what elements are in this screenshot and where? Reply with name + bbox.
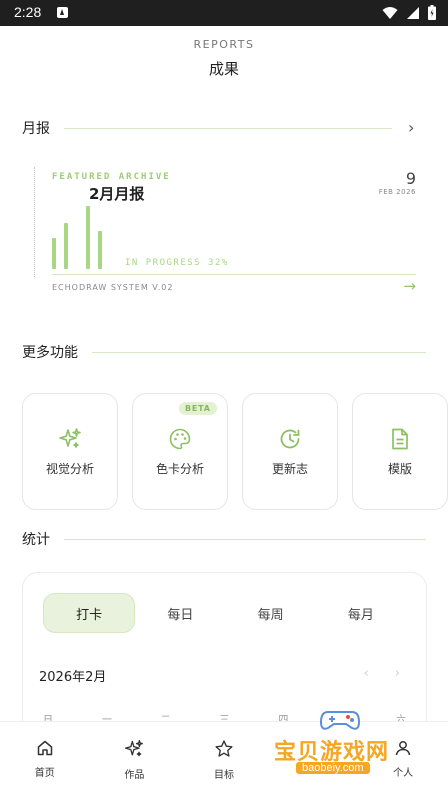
chevron-right-icon[interactable]: › [395,666,400,681]
feature-card-templates[interactable]: 模版 [352,393,448,510]
tab-label: 目标 [213,770,234,781]
notification-app-icon [57,7,68,18]
battery-icon [428,5,436,20]
sparkles-icon [125,740,144,757]
calendar-month-label: 2026年2月 [39,670,107,685]
system-icons [382,5,436,20]
archive-bar [64,223,68,269]
feature-card-color-analysis[interactable]: BETA 色卡分析 [132,393,228,510]
section-divider [92,351,426,353]
palette-icon [133,427,227,451]
tab-goals[interactable]: 目标 [179,722,269,798]
history-icon [243,427,337,451]
segment-check-in[interactable]: 打卡 [43,593,136,633]
wifi-icon [382,6,398,19]
chevron-right-icon[interactable]: › [408,120,414,136]
archive-title: 2月月报 [89,185,145,203]
feature-card-label: 视觉分析 [45,462,94,476]
archive-date: FEB 2026 [378,188,416,196]
calendar-nav: ‹ › [364,666,400,681]
segment-weekly[interactable]: 每周 [226,593,316,633]
archive-bar [98,231,102,269]
page-title: 成果 [208,60,239,78]
watermark: 宝贝游戏网 baobeiy.com [272,708,420,788]
archive-bar [52,238,56,269]
gamepad-icon [320,711,360,730]
monthly-section-header[interactable]: 月报 › [22,118,426,138]
tab-works[interactable]: 作品 [90,722,180,798]
monthly-section-label: 月报 [22,121,50,137]
sparkles-icon [23,427,117,451]
archive-vertical-rule [34,167,35,277]
more-section-header: 更多功能 [22,342,426,362]
section-divider [64,127,392,129]
document-icon [353,427,447,451]
archive-number: 9 [405,169,416,188]
page-eyebrow: REPORTS [193,38,255,51]
archive-progress-label: IN PROGRESS 32% [125,258,229,268]
stats-section-header: 统计 [22,529,426,549]
archive-divider [52,274,416,275]
segment-monthly[interactable]: 每月 [316,593,406,633]
archive-system-label: ECHODRAW SYSTEM V.02 [52,283,174,292]
archive-eyebrow: FEATURED ARCHIVE [52,172,171,182]
signal-icon [407,6,419,19]
tab-label: 首页 [34,768,55,779]
page-header: REPORTS 成果 [0,38,448,79]
section-divider [64,538,426,540]
beta-badge: BETA [179,402,217,415]
feature-cards-row: 视觉分析 BETA 色卡分析 更新志 模版 [22,393,448,510]
home-icon [37,740,53,756]
segment-daily[interactable]: 每日 [135,593,225,633]
arrow-right-icon[interactable]: → [403,277,416,295]
stats-segmented-control: 打卡 每日 每周 每月 [43,593,406,633]
tab-label: 作品 [124,770,145,781]
status-bar: 2:28 [0,0,448,26]
stats-section-label: 统计 [22,532,50,548]
feature-card-changelog[interactable]: 更新志 [242,393,338,510]
archive-bar-graphic [52,203,132,269]
star-icon [215,740,233,757]
feature-card-label: 色卡分析 [155,462,204,476]
feature-card-visual-analysis[interactable]: 视觉分析 [22,393,118,510]
archive-bar [86,206,90,269]
tab-home[interactable]: 首页 [0,722,90,798]
more-section-label: 更多功能 [22,345,78,361]
feature-card-label: 模版 [387,462,412,476]
chevron-left-icon[interactable]: ‹ [364,666,369,681]
watermark-text-en: baobeiy.com [296,762,370,774]
feature-card-label: 更新志 [271,462,308,476]
status-time: 2:28 [14,4,42,20]
monthly-archive-card[interactable]: FEATURED ARCHIVE 2月月报 9 FEB 2026 IN PROG… [30,163,420,305]
